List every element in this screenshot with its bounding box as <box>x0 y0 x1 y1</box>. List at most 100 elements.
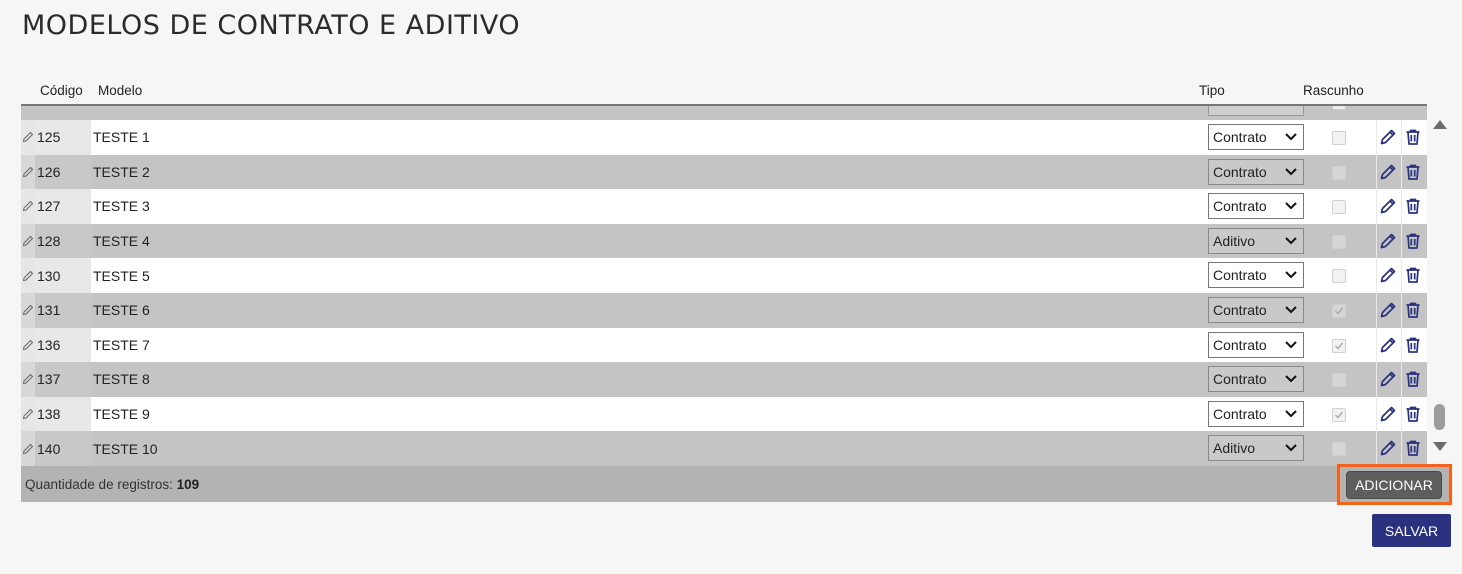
row-edit-cell[interactable] <box>21 431 35 466</box>
trash-icon[interactable] <box>1404 197 1422 215</box>
type-select[interactable]: Contrato <box>1208 400 1304 427</box>
edit-pen-icon[interactable] <box>1379 370 1397 388</box>
table-row[interactable]: 128 TESTE 4 Aditivo <box>21 223 1427 259</box>
scroll-down-icon[interactable] <box>1433 442 1447 451</box>
draft-checkbox[interactable] <box>1332 407 1346 422</box>
row-model: TESTE 7 <box>93 336 150 353</box>
row-code: 127 <box>35 189 91 224</box>
record-count: Quantidade de registros: 109 <box>25 477 199 492</box>
row-edit-cell[interactable] <box>21 396 35 432</box>
type-select[interactable]: Contrato <box>1208 158 1304 185</box>
pencil-icon[interactable] <box>22 270 34 282</box>
type-select-value: Contrato <box>1213 301 1267 318</box>
type-select[interactable]: Contrato <box>1208 331 1304 358</box>
row-edit-cell[interactable] <box>21 292 35 328</box>
trash-icon[interactable] <box>1404 370 1422 388</box>
draft-checkbox[interactable] <box>1332 442 1346 457</box>
type-select-partial <box>1208 106 1304 116</box>
edit-pen-icon[interactable] <box>1379 266 1397 284</box>
row-model: TESTE 1 <box>93 129 150 146</box>
column-divider <box>1376 327 1377 363</box>
pencil-icon[interactable] <box>22 373 34 385</box>
row-edit-cell[interactable] <box>21 189 35 224</box>
trash-icon[interactable] <box>1404 266 1422 284</box>
row-code: 125 <box>35 120 91 155</box>
edit-pen-icon[interactable] <box>1379 405 1397 423</box>
column-divider <box>1376 292 1377 328</box>
check-icon <box>1335 411 1344 419</box>
row-edit-cell[interactable] <box>21 154 35 190</box>
table-row[interactable]: 140 TESTE 10 Aditivo <box>21 431 1427 466</box>
draft-checkbox[interactable] <box>1332 131 1346 145</box>
table-row[interactable]: 131 TESTE 6 Contrato <box>21 292 1427 328</box>
trash-icon[interactable] <box>1404 405 1422 423</box>
table-row[interactable]: 138 TESTE 9 Contrato <box>21 396 1427 432</box>
models-table: 125 TESTE 1 Contrato 126 TESTE 2 Contrat… <box>21 104 1427 466</box>
table-scrollbar[interactable] <box>1428 104 1452 466</box>
column-header-code[interactable]: Código <box>40 83 83 98</box>
pencil-icon[interactable] <box>22 304 34 316</box>
table-row[interactable]: 125 TESTE 1 Contrato <box>21 120 1427 155</box>
draft-checkbox[interactable] <box>1332 200 1346 215</box>
column-header-draft[interactable]: Rascunho <box>1303 83 1364 98</box>
chevron-down-icon <box>1285 444 1297 452</box>
chevron-down-icon <box>1285 375 1297 383</box>
column-divider <box>1376 189 1377 224</box>
column-header-model[interactable]: Modelo <box>98 83 142 98</box>
pencil-icon[interactable] <box>22 235 34 247</box>
pencil-icon[interactable] <box>22 443 34 455</box>
type-select[interactable]: Contrato <box>1208 193 1304 220</box>
draft-checkbox[interactable] <box>1332 303 1346 318</box>
edit-pen-icon[interactable] <box>1379 232 1397 250</box>
edit-pen-icon[interactable] <box>1379 439 1397 457</box>
type-select[interactable]: Aditivo <box>1208 227 1304 254</box>
scroll-up-icon[interactable] <box>1433 120 1447 129</box>
draft-checkbox[interactable] <box>1332 165 1346 180</box>
edit-pen-icon[interactable] <box>1379 128 1397 146</box>
table-row[interactable]: 136 TESTE 7 Contrato <box>21 327 1427 363</box>
table-row[interactable]: 137 TESTE 8 Contrato <box>21 362 1427 397</box>
pencil-icon[interactable] <box>22 339 34 351</box>
trash-icon[interactable] <box>1404 163 1422 181</box>
pencil-icon[interactable] <box>22 131 34 143</box>
row-edit-cell[interactable] <box>21 223 35 259</box>
draft-checkbox[interactable] <box>1332 338 1346 353</box>
add-button[interactable]: ADICIONAR <box>1346 471 1442 499</box>
trash-icon[interactable] <box>1404 232 1422 250</box>
pencil-icon[interactable] <box>22 408 34 420</box>
edit-pen-icon[interactable] <box>1379 163 1397 181</box>
trash-icon[interactable] <box>1404 128 1422 146</box>
row-code: 128 <box>35 223 91 259</box>
edit-pen-icon[interactable] <box>1379 301 1397 319</box>
draft-checkbox[interactable] <box>1332 269 1346 284</box>
edit-pen-icon[interactable] <box>1379 336 1397 354</box>
table-row[interactable]: 130 TESTE 5 Contrato <box>21 258 1427 293</box>
scrollbar-thumb[interactable] <box>1434 404 1445 430</box>
row-edit-cell[interactable] <box>21 258 35 293</box>
save-button[interactable]: SALVAR <box>1372 514 1451 547</box>
row-edit-cell[interactable] <box>21 362 35 397</box>
chevron-down-icon <box>1285 167 1297 176</box>
column-header-type[interactable]: Tipo <box>1199 83 1225 98</box>
pencil-icon[interactable] <box>22 200 34 212</box>
trash-icon[interactable] <box>1404 301 1422 319</box>
type-select[interactable]: Contrato <box>1208 124 1304 150</box>
row-model: TESTE 3 <box>93 198 150 215</box>
table-row[interactable]: 127 TESTE 3 Contrato <box>21 189 1427 224</box>
type-select[interactable]: Aditivo <box>1208 435 1304 462</box>
column-divider <box>1401 223 1402 259</box>
type-select-value: Aditivo <box>1213 440 1256 457</box>
pencil-icon[interactable] <box>22 166 34 178</box>
type-select[interactable]: Contrato <box>1208 262 1304 289</box>
draft-checkbox-partial <box>1332 106 1346 110</box>
type-select[interactable]: Contrato <box>1208 366 1304 393</box>
type-select[interactable]: Contrato <box>1208 296 1304 323</box>
draft-checkbox[interactable] <box>1332 373 1346 388</box>
edit-pen-icon[interactable] <box>1379 197 1397 215</box>
row-edit-cell[interactable] <box>21 327 35 363</box>
trash-icon[interactable] <box>1404 439 1422 457</box>
row-edit-cell[interactable] <box>21 120 35 155</box>
table-row[interactable]: 126 TESTE 2 Contrato <box>21 154 1427 190</box>
draft-checkbox[interactable] <box>1332 234 1346 249</box>
trash-icon[interactable] <box>1404 336 1422 354</box>
